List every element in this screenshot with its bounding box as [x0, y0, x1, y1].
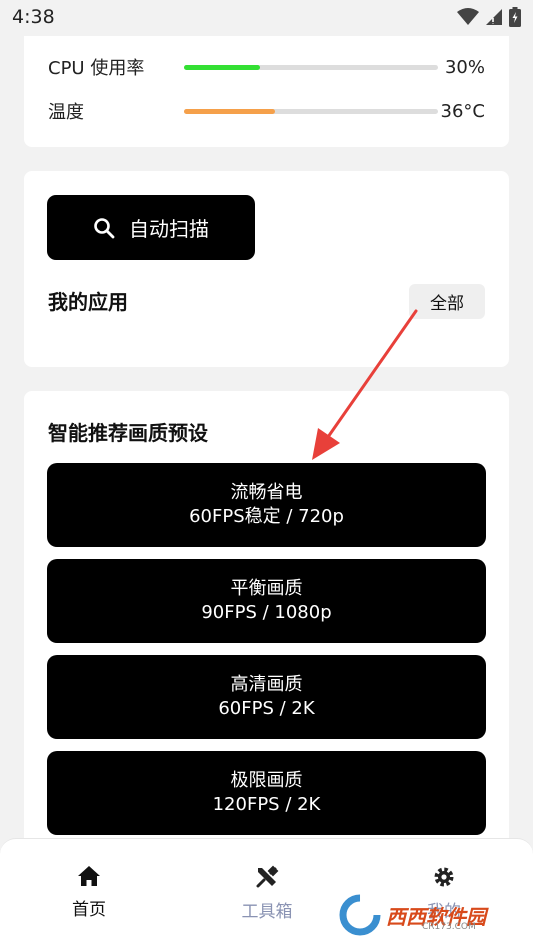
preset-name: 流畅省电 — [230, 482, 303, 503]
cpu-usage-bar — [184, 64, 438, 70]
preset-name: 高清画质 — [230, 674, 303, 695]
watermark-c-icon — [339, 894, 381, 936]
preset-spec: 90FPS / 1080p — [201, 602, 332, 623]
my-apps-title: 我的应用 — [48, 290, 128, 314]
status-bar: 4:38 — [0, 0, 533, 36]
status-time: 4:38 — [12, 6, 55, 28]
battery-icon — [509, 7, 521, 27]
temperature-bar — [184, 108, 438, 114]
wifi-icon — [457, 8, 479, 25]
signal-icon — [486, 9, 502, 25]
preset-spec: 60FPS / 2K — [218, 698, 315, 719]
preset-power-saving-button[interactable]: 流畅省电 60FPS稳定 / 720p — [47, 463, 486, 547]
preset-name: 极限画质 — [230, 770, 303, 791]
cpu-usage-label: CPU 使用率 — [48, 58, 145, 79]
gear-icon — [434, 867, 454, 887]
presets-title: 智能推荐画质预设 — [48, 421, 208, 445]
search-icon — [94, 217, 115, 238]
preset-extreme-button[interactable]: 极限画质 120FPS / 2K — [47, 751, 486, 835]
temperature-row: 温度 36°C — [48, 99, 485, 124]
nav-toolbox-label: 工具箱 — [241, 902, 293, 922]
system-stats-card: CPU 使用率 30% 温度 36°C — [24, 36, 509, 147]
quality-presets-card: 智能推荐画质预设 流畅省电 60FPS稳定 / 720p 平衡画质 90FPS … — [24, 391, 509, 871]
cpu-usage-row: CPU 使用率 30% — [48, 55, 485, 80]
preset-balanced-button[interactable]: 平衡画质 90FPS / 1080p — [47, 559, 486, 643]
all-apps-button[interactable]: 全部 — [409, 284, 485, 319]
watermark-logo: 西西软件园 CR173.COM — [338, 890, 528, 940]
cpu-usage-value: 30% — [444, 56, 485, 78]
preset-name: 平衡画质 — [230, 578, 303, 599]
home-icon — [78, 866, 100, 886]
preset-spec: 60FPS稳定 / 720p — [189, 506, 344, 527]
temperature-label: 温度 — [48, 102, 84, 123]
preset-spec: 120FPS / 2K — [212, 794, 321, 815]
auto-scan-label: 自动扫描 — [129, 217, 209, 241]
auto-scan-button[interactable]: 自动扫描 — [47, 195, 255, 260]
temperature-fill — [184, 108, 276, 114]
nav-home-label: 首页 — [72, 900, 106, 920]
nav-toolbox[interactable]: 工具箱 — [207, 865, 327, 922]
cpu-usage-fill — [184, 64, 261, 70]
nav-home[interactable]: 首页 — [29, 865, 149, 920]
my-apps-card: 自动扫描 我的应用 全部 — [24, 171, 509, 367]
preset-hd-button[interactable]: 高清画质 60FPS / 2K — [47, 655, 486, 739]
tools-icon — [256, 865, 279, 888]
status-icons — [457, 7, 521, 27]
temperature-value: 36°C — [440, 100, 485, 122]
watermark-subtext: CR173.COM — [422, 922, 476, 932]
